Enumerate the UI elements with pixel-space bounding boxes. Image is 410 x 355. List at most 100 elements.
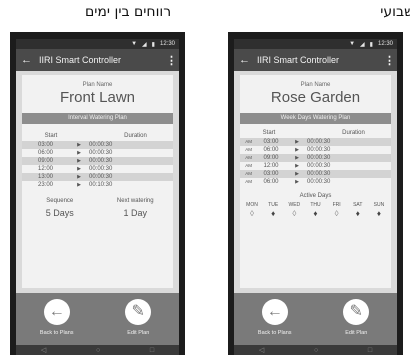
row-start: 12:00 — [37, 166, 53, 172]
nav-home-icon[interactable]: ○ — [314, 347, 318, 354]
day-toggle-wed[interactable]: WED ◊ — [286, 202, 302, 218]
row-duration: 00:10:30 — [89, 182, 113, 188]
col-start: Start — [44, 133, 58, 139]
schedule-row[interactable]: AM 03:00 ▶ 00:00:30 — [240, 138, 391, 146]
row-duration: 00:00:30 — [89, 142, 113, 148]
row-ampm: AM — [245, 139, 252, 144]
app-bar: ← IIRI Smart Controller ⋮ — [16, 49, 179, 71]
row-duration: 00:00:30 — [307, 171, 331, 177]
back-arrow-icon[interactable]: ← — [43, 299, 70, 325]
play-arrow-icon: ▶ — [295, 163, 299, 169]
overflow-menu-icon[interactable]: ⋮ — [384, 54, 395, 67]
plan-type-banner: Interval Watering Plan — [22, 113, 173, 124]
system-nav-bar: ◁ ○ □ — [234, 345, 397, 355]
status-time: 12:30 — [159, 41, 175, 47]
schedule-row[interactable]: 23:00 ▶ 00:10:30 — [22, 181, 173, 189]
water-drop-icon: ♦ — [313, 209, 318, 218]
caption-interval: רווחים בין ימים — [85, 4, 172, 20]
schedule-row[interactable]: AM 12:00 ▶ 00:00:30 — [240, 162, 391, 170]
water-drop-icon: ◊ — [292, 209, 297, 218]
water-drop-icon: ◊ — [250, 209, 254, 218]
sequence-label: Sequence — [46, 198, 74, 204]
app-title: IIRI Smart Controller — [39, 55, 122, 65]
back-to-plans-button[interactable]: ← Back to Plans — [234, 293, 316, 345]
nav-recent-icon[interactable]: □ — [368, 347, 372, 354]
plan-screen: Plan Name Front Lawn Interval Watering P… — [16, 71, 179, 293]
app-title: IIRI Smart Controller — [257, 55, 340, 65]
battery-icon: ▮ — [151, 41, 155, 48]
row-start: 06:00 — [263, 147, 279, 153]
schedule-row[interactable]: AM 06:00 ▶ 00:00:30 — [240, 146, 391, 154]
row-start: 13:00 — [37, 174, 53, 180]
row-start: 12:00 — [263, 163, 279, 169]
day-toggle-sun[interactable]: SUN ♦ — [371, 202, 387, 218]
phone-weekly-plan: ▼ ◢ ▮ 12:30 ← IIRI Smart Controller ⋮ Pl… — [228, 32, 403, 355]
water-drop-icon: ♦ — [376, 209, 381, 218]
day-toggle-sat[interactable]: SAT ♦ — [350, 202, 366, 218]
row-start: 03:00 — [37, 142, 53, 148]
pencil-icon[interactable]: ✎ — [125, 299, 152, 325]
row-ampm: AM — [245, 179, 252, 184]
play-arrow-icon: ▶ — [295, 139, 299, 145]
row-start: 06:00 — [37, 150, 53, 156]
back-arrow-icon[interactable]: ← — [21, 54, 35, 66]
col-duration: Duration — [124, 133, 147, 139]
edit-plan-label: Edit Plan — [345, 330, 368, 336]
row-duration: 00:00:30 — [307, 179, 331, 185]
next-watering-stat: Next watering 1 Day — [98, 198, 174, 218]
row-ampm: AM — [245, 155, 252, 160]
status-time: 12:30 — [377, 41, 393, 47]
edit-plan-button[interactable]: ✎ Edit Plan — [316, 293, 398, 345]
play-arrow-icon: ▶ — [295, 179, 299, 185]
schedule-row[interactable]: 09:00 ▶ 00:00:30 — [22, 157, 173, 165]
overflow-menu-icon[interactable]: ⋮ — [166, 54, 177, 67]
back-arrow-icon[interactable]: ← — [261, 299, 288, 325]
play-arrow-icon: ▶ — [77, 158, 81, 164]
day-name: TUE — [268, 202, 279, 208]
back-arrow-icon[interactable]: ← — [239, 54, 253, 66]
nav-home-icon[interactable]: ○ — [96, 347, 100, 354]
pencil-icon[interactable]: ✎ — [343, 299, 370, 325]
day-toggle-mon[interactable]: MON ◊ — [244, 202, 260, 218]
nav-back-icon[interactable]: ◁ — [41, 346, 46, 354]
row-ampm: AM — [245, 171, 252, 176]
plan-screen: Plan Name Rose Garden Week Days Watering… — [234, 71, 397, 293]
plan-card: Plan Name Front Lawn Interval Watering P… — [22, 75, 173, 288]
plan-name-label: Plan Name — [82, 82, 113, 88]
schedule-row[interactable]: AM 06:00 ▶ 00:00:30 — [240, 178, 391, 186]
col-duration: Duration — [342, 130, 365, 136]
plan-name: Front Lawn — [59, 89, 136, 106]
nav-recent-icon[interactable]: □ — [150, 347, 154, 354]
schedule-row[interactable]: 13:00 ▶ 00:00:30 — [22, 173, 173, 181]
schedule-row[interactable]: AM 09:00 ▶ 00:00:30 — [240, 154, 391, 162]
signal-icon: ◢ — [360, 41, 365, 48]
nav-back-icon[interactable]: ◁ — [259, 346, 264, 354]
back-to-plans-button[interactable]: ← Back to Plans — [16, 293, 98, 345]
schedule-row[interactable]: 03:00 ▶ 00:00:30 — [22, 141, 173, 149]
play-arrow-icon: ▶ — [77, 142, 81, 148]
day-toggle-thu[interactable]: THU ♦ — [307, 202, 323, 218]
schedule-row[interactable]: 06:00 ▶ 00:00:30 — [22, 149, 173, 157]
action-bar: ← Back to Plans ✎ Edit Plan — [16, 293, 179, 345]
plan-stats: Sequence 5 Days Next watering 1 Day — [22, 198, 173, 218]
play-arrow-icon: ▶ — [295, 171, 299, 177]
day-toggle-fri[interactable]: FRI ◊ — [329, 202, 345, 218]
row-duration: 00:00:30 — [89, 166, 113, 172]
sequence-stat: Sequence 5 Days — [22, 198, 98, 218]
day-name: WED — [288, 202, 301, 208]
active-days-label: Active Days — [299, 193, 332, 199]
plan-card: Plan Name Rose Garden Week Days Watering… — [240, 75, 391, 288]
plan-name: Rose Garden — [270, 89, 361, 106]
plan-type-banner: Week Days Watering Plan — [240, 113, 391, 124]
row-duration: 00:00:30 — [307, 155, 331, 161]
signal-icon: ◢ — [142, 41, 147, 48]
day-name: SAT — [353, 202, 363, 208]
schedule-row[interactable]: AM 03:00 ▶ 00:00:30 — [240, 170, 391, 178]
system-nav-bar: ◁ ○ □ — [16, 345, 179, 355]
day-toggle-tue[interactable]: TUE ♦ — [265, 202, 281, 218]
play-arrow-icon: ▶ — [77, 182, 81, 188]
col-start: Start — [262, 130, 276, 136]
schedule-row[interactable]: 12:00 ▶ 00:00:30 — [22, 165, 173, 173]
edit-plan-button[interactable]: ✎ Edit Plan — [98, 293, 180, 345]
row-duration: 00:00:30 — [307, 139, 331, 145]
